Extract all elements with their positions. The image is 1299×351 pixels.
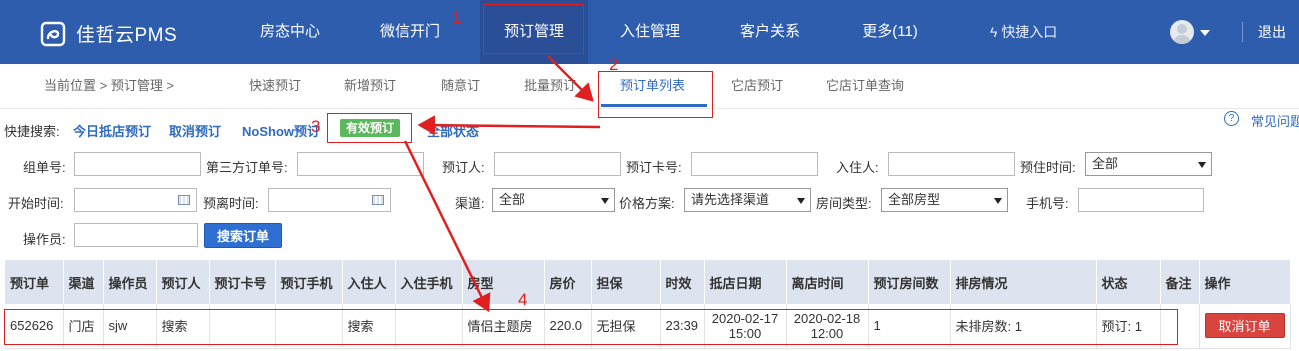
avatar-body xyxy=(1173,35,1191,44)
col-allocation: 排房情况 xyxy=(950,260,1097,304)
col-operator: 操作员 xyxy=(103,260,157,304)
price-plan-value: 请先选择渠道 xyxy=(691,192,770,207)
table-header-row: 预订单 渠道 操作员 预订人 预订卡号 预订手机 入住人 入住手机 房型 房价 … xyxy=(5,260,1291,304)
tab-batch-booking[interactable]: 批量预订 xyxy=(524,64,576,108)
quick-entry[interactable]: ϟ 快捷入口 xyxy=(990,0,1057,64)
calendar-icon[interactable] xyxy=(372,195,384,205)
annotation-box-4 xyxy=(4,309,1178,345)
col-price: 房价 xyxy=(544,260,592,304)
booking-card-label: 预订卡号: xyxy=(626,160,682,175)
col-booking-card: 预订卡号 xyxy=(209,260,276,304)
phone-input[interactable] xyxy=(1078,188,1204,212)
tab-quick-booking[interactable]: 快速预订 xyxy=(249,64,301,108)
annotation-box-3 xyxy=(327,113,412,143)
dropdown-arrow-icon xyxy=(797,198,805,204)
quick-noshow[interactable]: NoShow预订 xyxy=(242,121,320,140)
guest-input[interactable] xyxy=(888,152,1015,176)
room-type-select[interactable]: 全部房型 xyxy=(881,188,1008,212)
top-navbar: 佳哲云PMS 房态中心 微信开门 预订管理 入住管理 客户关系 更多(11) ϟ… xyxy=(0,0,1299,64)
dropdown-arrow-icon xyxy=(994,198,1002,204)
avatar[interactable] xyxy=(1170,20,1194,44)
nav-room-status[interactable]: 房态中心 xyxy=(240,0,340,64)
depart-time-input[interactable] xyxy=(268,188,391,212)
nav-divider xyxy=(1242,22,1243,42)
pre-checkin-label: 预住时间: xyxy=(1020,160,1076,175)
logo-icon xyxy=(40,21,66,46)
quick-all-status[interactable]: 全部状态 xyxy=(427,121,479,140)
booker-input[interactable] xyxy=(494,152,621,176)
operator-label: 操作员: xyxy=(23,232,66,247)
channel-value: 全部 xyxy=(499,192,526,207)
col-room-count: 预订房间数 xyxy=(868,260,951,304)
group-no-input[interactable] xyxy=(74,152,201,176)
col-room-type: 房型 xyxy=(462,260,545,304)
guest-label: 入住人: xyxy=(836,160,879,175)
tab-new-booking[interactable]: 新增预订 xyxy=(344,64,396,108)
phone-label: 手机号: xyxy=(1026,196,1069,211)
col-note: 备注 xyxy=(1160,260,1200,304)
start-time-input[interactable] xyxy=(74,188,197,212)
col-guest-phone: 入住手机 xyxy=(395,260,463,304)
annotation-number-2: 2 xyxy=(609,55,619,74)
col-booking-phone: 预订手机 xyxy=(275,260,343,304)
quick-today-arrivals[interactable]: 今日抵店预订 xyxy=(73,121,151,140)
tab-other-store-query[interactable]: 它店订单查询 xyxy=(826,64,904,108)
search-orders-button[interactable]: 搜索订单 xyxy=(204,223,282,248)
price-plan-select[interactable]: 请先选择渠道 xyxy=(684,188,811,212)
col-guest: 入住人 xyxy=(342,260,396,304)
third-party-no-label: 第三方订单号: xyxy=(206,160,288,175)
dropdown-arrow-icon xyxy=(1198,162,1206,168)
breadcrumb: 当前位置 > 预订管理 > xyxy=(44,78,175,93)
col-action: 操作 xyxy=(1199,260,1291,304)
room-type-value: 全部房型 xyxy=(888,192,941,207)
booking-card-input[interactable] xyxy=(691,152,818,176)
col-channel: 渠道 xyxy=(63,260,104,304)
annotation-box-1 xyxy=(483,4,584,54)
avatar-head xyxy=(1177,24,1187,34)
col-validity: 时效 xyxy=(660,260,705,304)
lightning-icon: ϟ xyxy=(990,24,998,40)
nav-wechat-door[interactable]: 微信开门 xyxy=(360,0,460,64)
quick-cancelled[interactable]: 取消预订 xyxy=(169,121,221,140)
col-guarantee: 担保 xyxy=(591,260,661,304)
help-icon[interactable]: ? xyxy=(1224,111,1239,126)
col-arrive-date: 抵店日期 xyxy=(704,260,787,304)
logo-text: 佳哲云PMS xyxy=(76,25,178,46)
tab-other-store-booking[interactable]: 它店预订 xyxy=(731,64,783,108)
logout-link[interactable]: 退出 xyxy=(1258,0,1286,64)
cell-action: 取消订单 xyxy=(1199,304,1291,349)
group-no-label: 组单号: xyxy=(23,160,66,175)
nav-more[interactable]: 更多(11) xyxy=(840,0,940,64)
col-depart-time: 离店时间 xyxy=(786,260,869,304)
annotation-number-3: 3 xyxy=(311,117,321,136)
start-time-label: 开始时间: xyxy=(8,196,64,211)
tab-casual-booking[interactable]: 随意订 xyxy=(441,64,480,108)
logo[interactable]: 佳哲云PMS xyxy=(40,20,177,47)
channel-select[interactable]: 全部 xyxy=(492,188,615,212)
third-party-no-input[interactable] xyxy=(297,152,424,176)
pre-checkin-select[interactable]: 全部 xyxy=(1085,152,1212,176)
calendar-icon[interactable] xyxy=(178,195,190,205)
nav-customer-relations[interactable]: 客户关系 xyxy=(720,0,820,64)
cancel-order-button[interactable]: 取消订单 xyxy=(1204,313,1285,339)
depart-time-label: 预离时间: xyxy=(203,196,259,211)
booker-label: 预订人: xyxy=(442,160,485,175)
annotation-box-2 xyxy=(598,71,713,118)
quick-entry-label: 快捷入口 xyxy=(1001,24,1058,40)
price-plan-label: 价格方案: xyxy=(619,196,675,211)
faq-link[interactable]: 常见问题 xyxy=(1251,111,1299,130)
annotation-number-1: 1 xyxy=(452,8,462,27)
quick-search-label: 快捷搜索: xyxy=(4,124,60,139)
col-order-no: 预订单 xyxy=(5,260,64,304)
operator-input[interactable] xyxy=(74,223,198,247)
room-type-label: 房间类型: xyxy=(816,196,872,211)
annotation-number-4: 4 xyxy=(518,290,528,309)
chevron-down-icon[interactable] xyxy=(1200,30,1210,36)
col-status: 状态 xyxy=(1096,260,1161,304)
col-booker: 预订人 xyxy=(156,260,210,304)
channel-label: 渠道: xyxy=(455,196,485,211)
pre-checkin-value: 全部 xyxy=(1092,156,1119,171)
dropdown-arrow-icon xyxy=(601,198,609,204)
